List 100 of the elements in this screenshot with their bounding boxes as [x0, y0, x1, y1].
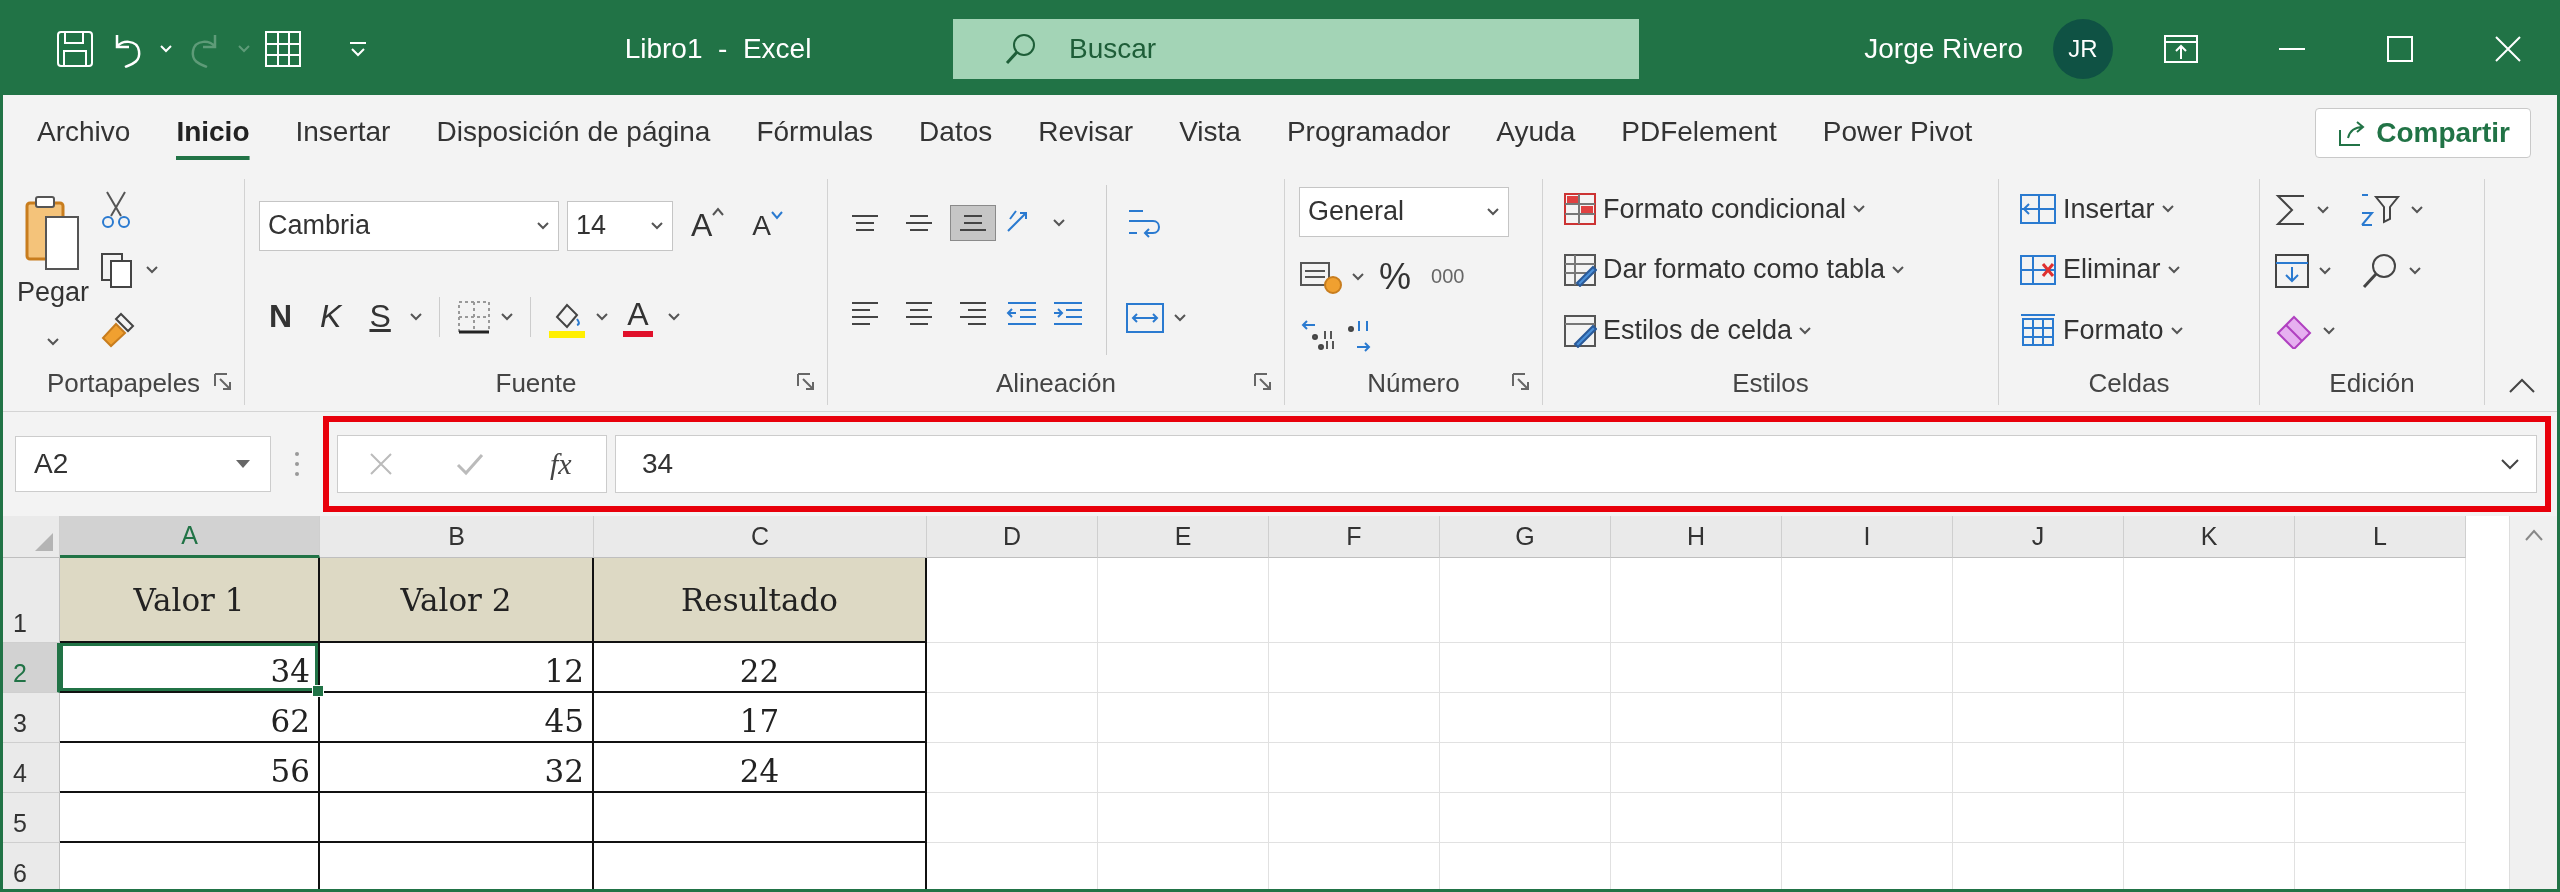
column-header[interactable]: A	[60, 516, 320, 558]
row-header[interactable]: 6	[3, 843, 60, 889]
column-header[interactable]: F	[1269, 516, 1440, 558]
caret-icon[interactable]	[145, 265, 160, 275]
caret-icon[interactable]	[46, 336, 61, 347]
column-header[interactable]: E	[1098, 516, 1269, 558]
ribbon-tab[interactable]: Disposición de página	[436, 106, 711, 160]
ribbon-display-icon[interactable]	[2163, 33, 2199, 65]
caret-icon[interactable]	[2166, 265, 2181, 275]
align-button[interactable]	[950, 204, 996, 241]
ribbon-tab[interactable]: PDFelement	[1621, 106, 1777, 160]
column-header[interactable]: J	[1953, 516, 2124, 558]
caret-icon[interactable]	[2316, 204, 2330, 215]
fill-handle[interactable]	[312, 685, 324, 697]
row-header[interactable]: 2	[3, 643, 60, 693]
ribbon-tab[interactable]: Archivo	[37, 106, 131, 160]
accounting-icon[interactable]	[1299, 259, 1343, 295]
bold-button[interactable]: N	[259, 294, 303, 340]
caret-icon[interactable]	[2410, 204, 2424, 215]
borders-icon[interactable]	[455, 298, 492, 335]
insert-function-button[interactable]: fx	[545, 447, 576, 481]
caret-icon[interactable]	[2169, 325, 2184, 336]
table-icon[interactable]	[263, 29, 303, 69]
ribbon-tab[interactable]: Insertar	[295, 106, 391, 160]
row-header[interactable]: 5	[3, 793, 60, 843]
caret-icon[interactable]	[2322, 326, 2336, 337]
share-icon[interactable]	[2336, 118, 2367, 148]
column-header[interactable]: G	[1440, 516, 1611, 558]
caret-icon[interactable]	[594, 311, 609, 322]
caret-icon[interactable]	[2160, 204, 2175, 215]
table-cell: 56	[60, 743, 320, 793]
font-name-field[interactable]: Cambria	[259, 200, 559, 251]
ribbon-tab[interactable]: Ayuda	[1496, 106, 1576, 160]
shrink-font-button[interactable]: A	[742, 205, 794, 246]
caret-icon[interactable]	[666, 311, 681, 322]
row-header[interactable]: 3	[3, 693, 60, 743]
ribbon-tab[interactable]: Vista	[1179, 106, 1241, 160]
percent-button[interactable]: %	[1373, 252, 1417, 302]
caret-icon[interactable]	[1173, 312, 1187, 323]
conditional-format-button[interactable]: Formato condicional	[1557, 188, 1912, 231]
maximize-icon[interactable]	[2385, 34, 2415, 64]
ribbon-tab[interactable]: Programador	[1286, 106, 1451, 160]
collapse-ribbon-icon[interactable]	[2507, 377, 2537, 395]
comma-style-button[interactable]: 000	[1425, 261, 1471, 293]
scroll-up-icon[interactable]	[2523, 528, 2544, 542]
expand-icon[interactable]	[2500, 458, 2520, 470]
column-header[interactable]: K	[2124, 516, 2295, 558]
dialog-launcher-icon[interactable]	[795, 371, 815, 391]
grow-font-button[interactable]: A	[681, 203, 735, 249]
search-field[interactable]: Buscar	[953, 19, 1639, 79]
dialog-launcher-icon[interactable]	[1510, 371, 1530, 391]
caret-icon[interactable]	[536, 220, 550, 231]
column-header[interactable]: I	[1782, 516, 1953, 558]
caret-icon[interactable]	[2408, 266, 2422, 276]
underline-button[interactable]: S	[359, 294, 401, 340]
caret-icon[interactable]	[2318, 266, 2332, 276]
italic-button[interactable]: K	[310, 294, 352, 340]
customize-icon[interactable]	[347, 39, 369, 59]
caret-icon[interactable]	[499, 311, 514, 322]
dropdown-icon[interactable]	[234, 458, 252, 470]
format-cells-icon	[2019, 312, 2057, 349]
row-header[interactable]: 1	[3, 558, 60, 643]
caret-icon[interactable]	[408, 311, 423, 322]
column-header[interactable]: B	[320, 516, 594, 558]
caret-icon[interactable]	[1486, 206, 1500, 217]
dialog-launcher-icon[interactable]	[1252, 371, 1272, 391]
ribbon-tab[interactable]: Power Pivot	[1822, 106, 1973, 160]
number-format-field[interactable]: General	[1299, 186, 1509, 237]
grip-icon[interactable]	[293, 449, 301, 479]
name-box[interactable]: A2	[15, 436, 271, 492]
formula-field[interactable]: 34	[615, 435, 2537, 493]
font-size-field[interactable]: 14	[567, 200, 673, 251]
caret-icon[interactable]	[650, 220, 664, 231]
fill-icon[interactable]	[2274, 253, 2310, 289]
column-header[interactable]: H	[1611, 516, 1782, 558]
column-header[interactable]: C	[594, 516, 927, 558]
ribbon-tab[interactable]: Fórmulas	[756, 106, 874, 160]
save-icon[interactable]	[55, 29, 95, 69]
close-icon[interactable]	[2493, 34, 2523, 64]
cell-styles-button[interactable]: Estilos de celda	[1557, 309, 1912, 352]
column-header[interactable]: L	[2295, 516, 2466, 558]
ribbon-tab[interactable]: Datos	[919, 106, 993, 160]
caret-icon[interactable]	[1052, 217, 1066, 228]
delete-cells-button[interactable]: Eliminar	[2013, 248, 2190, 292]
avatar[interactable]: JR	[2053, 19, 2113, 79]
row-header[interactable]: 4	[3, 743, 60, 793]
caret-icon[interactable]	[1351, 272, 1365, 282]
format-as-table-button[interactable]: Dar formato como tabla	[1557, 249, 1912, 291]
insert-cells-button[interactable]: Insertar	[2013, 187, 2190, 232]
paste-button[interactable]: Pegar	[17, 193, 90, 309]
caret-icon[interactable]	[1798, 325, 1813, 336]
font-color-button[interactable]: A	[616, 296, 659, 338]
ribbon-tab[interactable]: Revisar	[1038, 106, 1134, 160]
caret-icon[interactable]	[1852, 204, 1867, 215]
column-header[interactable]: D	[927, 516, 1098, 558]
caret-icon[interactable]	[1891, 265, 1906, 275]
format-cells-button[interactable]: Formato	[2013, 308, 2190, 353]
share-button[interactable]: Compartir	[2315, 108, 2531, 158]
eraser-icon[interactable]	[2274, 313, 2314, 350]
dialog-launcher-icon[interactable]	[212, 371, 232, 391]
